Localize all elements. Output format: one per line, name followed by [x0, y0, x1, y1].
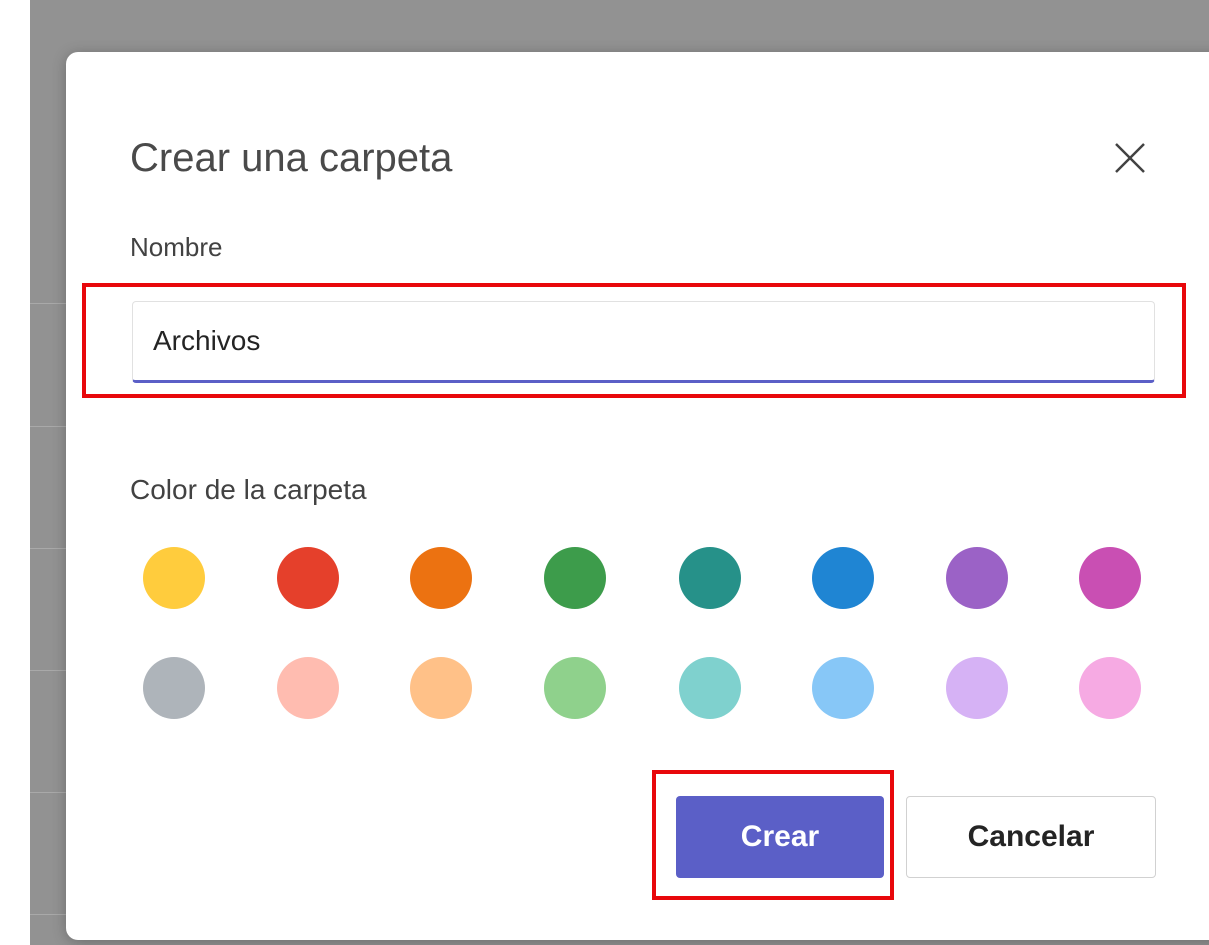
color-swatch[interactable]: [143, 657, 205, 719]
color-swatch[interactable]: [410, 657, 472, 719]
backdrop-divider: [30, 792, 70, 793]
close-button[interactable]: [1112, 140, 1148, 176]
backdrop-divider: [30, 914, 70, 915]
color-swatch[interactable]: [544, 657, 606, 719]
folder-name-input[interactable]: [132, 301, 1155, 383]
color-swatch[interactable]: [679, 547, 741, 609]
dialog-title: Crear una carpeta: [130, 136, 453, 180]
folder-color-label: Color de la carpeta: [130, 474, 367, 505]
color-swatch[interactable]: [812, 657, 874, 719]
backdrop-divider: [30, 548, 70, 549]
color-swatch[interactable]: [410, 547, 472, 609]
backdrop-divider: [30, 303, 70, 304]
color-swatch[interactable]: [132, 536, 216, 620]
color-swatch[interactable]: [812, 547, 874, 609]
backdrop-divider: [30, 670, 70, 671]
backdrop-divider: [30, 426, 70, 427]
create-button[interactable]: Crear: [676, 796, 884, 878]
color-swatch[interactable]: [277, 547, 339, 609]
name-label: Nombre: [130, 232, 223, 262]
color-swatch[interactable]: [679, 657, 741, 719]
color-swatch[interactable]: [277, 657, 339, 719]
close-icon: [1115, 143, 1145, 173]
color-swatch[interactable]: [946, 657, 1008, 719]
color-swatch[interactable]: [544, 547, 606, 609]
color-swatch[interactable]: [946, 547, 1008, 609]
cancel-button[interactable]: Cancelar: [906, 796, 1156, 878]
color-swatch[interactable]: [1079, 547, 1141, 609]
color-swatch[interactable]: [1079, 657, 1141, 719]
